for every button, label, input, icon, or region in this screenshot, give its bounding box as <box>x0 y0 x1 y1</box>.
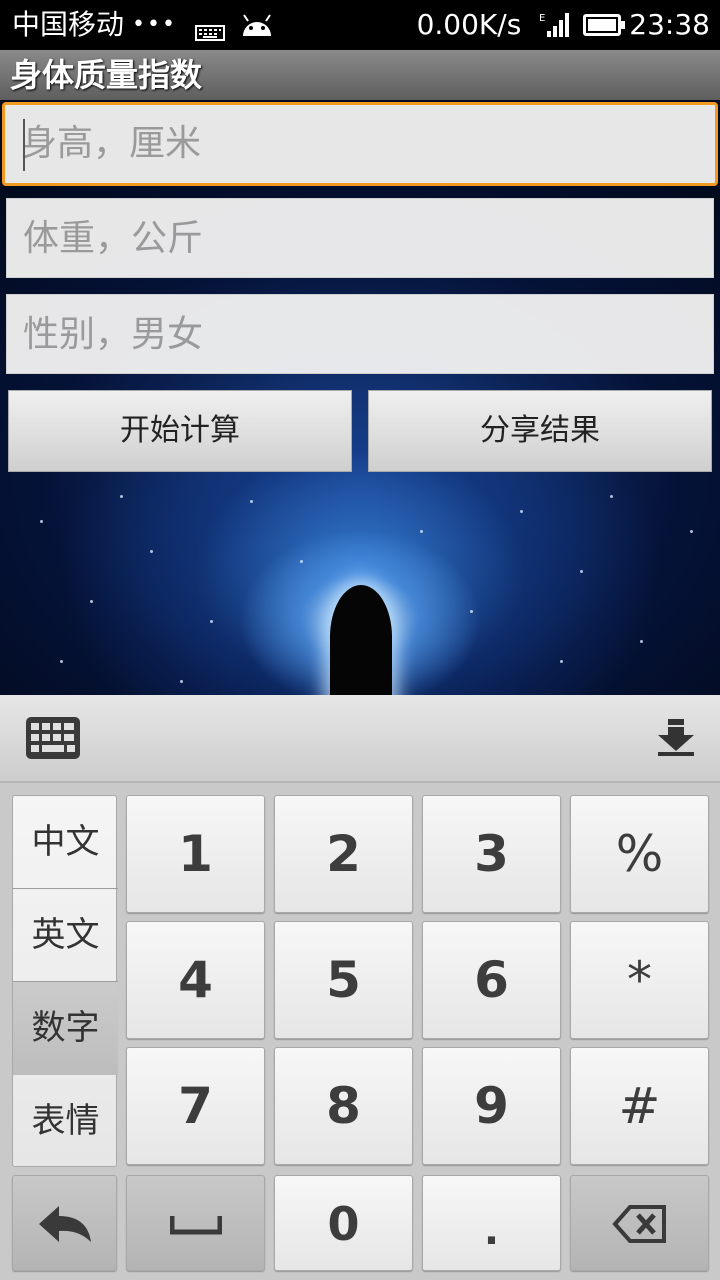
key-7[interactable]: 7 <box>126 1047 265 1165</box>
hide-keyboard-icon[interactable] <box>656 717 696 757</box>
keyboard-icon <box>194 16 225 41</box>
calculate-button[interactable]: 开始计算 <box>8 390 352 472</box>
key-percent[interactable]: % <box>570 795 709 913</box>
battery-icon <box>583 14 626 36</box>
mode-chinese[interactable]: 中文 <box>13 796 118 889</box>
share-button[interactable]: 分享结果 <box>368 390 712 472</box>
status-bar: 中国移动 ••• 0.00K/s E 23:38 <box>0 0 720 50</box>
notification-dots: ••• <box>132 12 177 37</box>
space-icon <box>169 1216 222 1235</box>
status-left: 中国移动 ••• <box>12 8 275 42</box>
key-2[interactable]: 2 <box>274 795 413 913</box>
height-input[interactable]: 身高，厘米 <box>2 102 718 186</box>
height-placeholder: 身高，厘米 <box>21 123 202 164</box>
back-key[interactable] <box>12 1175 117 1271</box>
key-1[interactable]: 1 <box>126 795 265 913</box>
key-dot[interactable]: . <box>422 1175 561 1271</box>
mode-emoji[interactable]: 表情 <box>13 1075 118 1168</box>
app-content: 身高，厘米 体重，公斤 性别，男女 开始计算 分享结果 <box>0 100 720 695</box>
key-8[interactable]: 8 <box>274 1047 413 1165</box>
key-hash[interactable]: # <box>570 1047 709 1165</box>
android-icon <box>239 12 275 38</box>
key-asterisk[interactable]: * <box>570 921 709 1039</box>
key-9[interactable]: 9 <box>422 1047 561 1165</box>
mode-numeric[interactable]: 数字 <box>13 982 118 1075</box>
backspace-key[interactable] <box>570 1175 709 1271</box>
weight-input[interactable]: 体重，公斤 <box>6 198 714 278</box>
gender-input[interactable]: 性别，男女 <box>6 294 714 374</box>
mode-english[interactable]: 英文 <box>13 889 118 982</box>
carrier-name: 中国移动 <box>12 8 125 41</box>
key-5[interactable]: 5 <box>274 921 413 1039</box>
black-hole-image <box>330 585 392 695</box>
page-title: 身体质量指数 <box>10 56 203 94</box>
input-mode-switcher: 中文 英文 数字 表情 <box>12 795 118 1168</box>
backspace-icon <box>611 1205 666 1243</box>
text-caret <box>23 119 25 171</box>
key-3[interactable]: 3 <box>422 795 561 913</box>
clock: 23:38 <box>629 8 710 41</box>
net-speed: 0.00K/s <box>416 8 522 41</box>
key-4[interactable]: 4 <box>126 921 265 1039</box>
space-key[interactable] <box>126 1175 265 1271</box>
signal-icon: E <box>539 11 570 39</box>
key-6[interactable]: 6 <box>422 921 561 1039</box>
keyboard-keys: 中文 英文 数字 表情 1 2 3 % 4 5 6 * 7 8 9 # 0 . <box>0 783 720 1280</box>
status-right: 0.00K/s E 23:38 <box>417 8 710 42</box>
back-arrow-icon <box>38 1206 91 1242</box>
key-0[interactable]: 0 <box>274 1175 413 1271</box>
gender-placeholder: 性别，男女 <box>23 314 204 355</box>
keyboard-layout-icon[interactable] <box>26 717 80 759</box>
keyboard-toolbar <box>0 695 720 783</box>
weight-placeholder: 体重，公斤 <box>23 218 204 259</box>
soft-keyboard: 中文 英文 数字 表情 1 2 3 % 4 5 6 * 7 8 9 # 0 . <box>0 695 720 1280</box>
title-bar: 身体质量指数 <box>0 50 720 100</box>
network-type: E <box>539 13 545 24</box>
